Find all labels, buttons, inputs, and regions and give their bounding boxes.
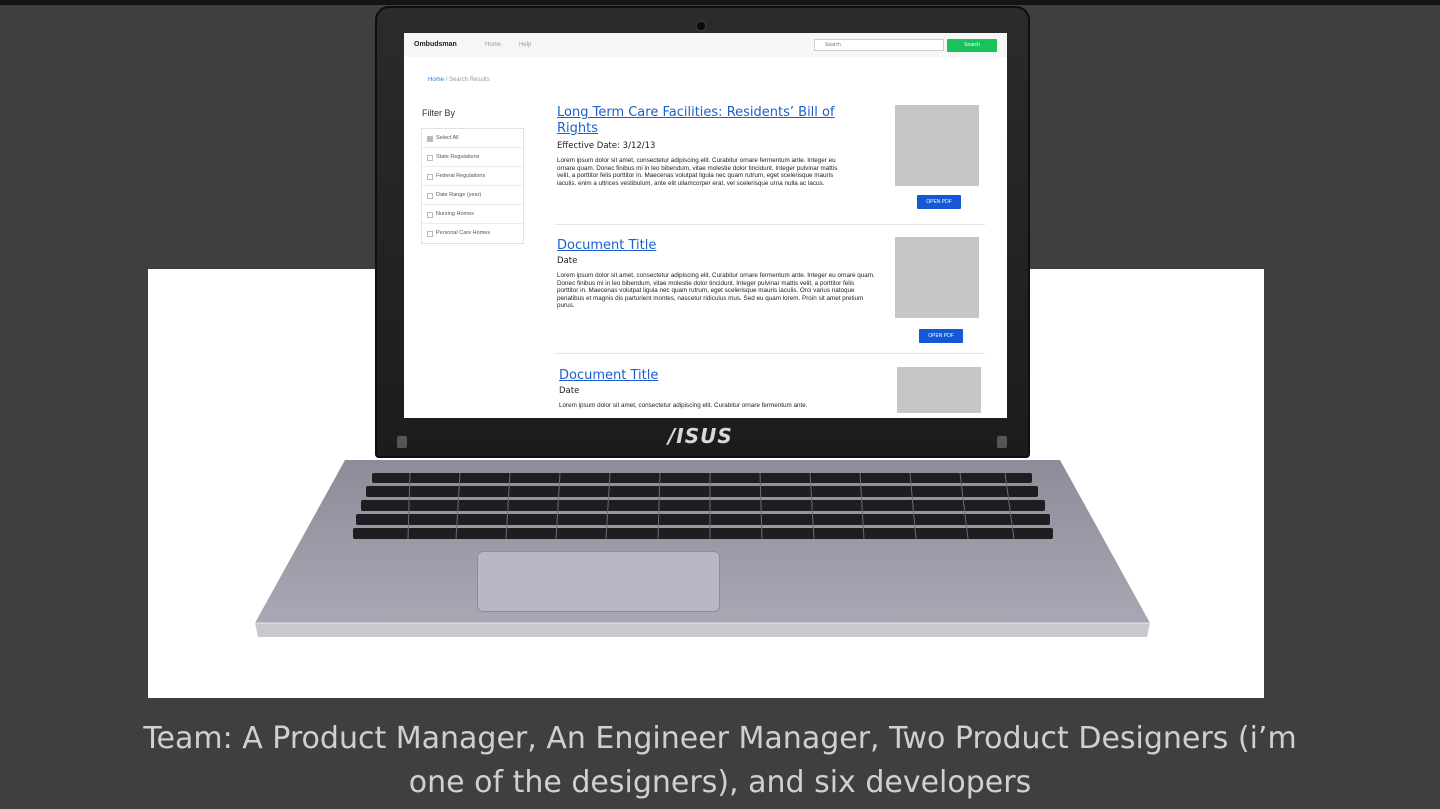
- checkbox-icon[interactable]: [427, 136, 433, 142]
- filter-item-personal-care-homes[interactable]: Personal Care Homes: [422, 224, 523, 243]
- hinge-right: [997, 436, 1007, 448]
- open-pdf-button[interactable]: OPEN PDF: [917, 195, 961, 209]
- result-thumbnail: [895, 105, 979, 186]
- checkbox-icon[interactable]: [427, 231, 433, 237]
- trackpad: [477, 551, 720, 612]
- caption-line-1: Team: A Product Manager, An Engineer Man…: [143, 721, 1297, 756]
- result-thumbnail: [895, 237, 979, 318]
- webcam-icon: [697, 22, 705, 30]
- filter-item-nursing-homes[interactable]: Nursing Homes: [422, 205, 523, 224]
- laptop-screen: Ombudsman Home Help Search Home / Search…: [404, 33, 1007, 418]
- navbar: Ombudsman Home Help Search: [404, 33, 1007, 57]
- result-divider: [555, 224, 985, 225]
- laptop-brand-logo: /ISUS: [668, 424, 733, 448]
- filter-item-state-regulations[interactable]: State Regulations: [422, 148, 523, 167]
- keyboard: [350, 473, 1055, 549]
- filter-item-label: Select All: [436, 135, 459, 141]
- result-thumbnail: [897, 367, 981, 413]
- nav-link-help[interactable]: Help: [519, 42, 531, 48]
- filter-item-label: Personal Care Homes: [436, 230, 491, 236]
- laptop-base: [250, 455, 1155, 640]
- keyboard-keys: [353, 473, 1053, 540]
- filter-item-label: Date Range (year): [436, 192, 482, 198]
- filter-item-label: Nursing Homes: [436, 211, 474, 217]
- result-title-link[interactable]: Long Term Care Facilities: Residents’ Bi…: [557, 105, 877, 137]
- hinge-left: [397, 436, 407, 448]
- checkbox-icon[interactable]: [427, 155, 433, 161]
- checkbox-icon[interactable]: [427, 174, 433, 180]
- search-input[interactable]: [814, 39, 944, 51]
- breadcrumb: Home / Search Results: [428, 77, 490, 83]
- checkbox-icon[interactable]: [427, 193, 433, 199]
- filter-item-date-range[interactable]: Date Range (year): [422, 186, 523, 205]
- result-description: Lorem ipsum dolor sit amet, consectetur …: [559, 402, 808, 409]
- checkbox-icon[interactable]: [427, 212, 433, 218]
- result-divider: [555, 353, 985, 354]
- caption-line-2: one of the designers), and six developer…: [408, 765, 1032, 800]
- open-pdf-button[interactable]: OPEN PDF: [919, 329, 963, 343]
- slide-caption: Team: A Product Manager, An Engineer Man…: [0, 717, 1440, 805]
- result-description: Lorem ipsum dolor sit amet, consectetur …: [557, 157, 838, 187]
- nav-link-home[interactable]: Home: [485, 42, 501, 48]
- filter-item-federal-regulations[interactable]: Federal Regulations: [422, 167, 523, 186]
- search-button[interactable]: Search: [947, 39, 997, 52]
- slide-top-bar: [0, 0, 1440, 5]
- breadcrumb-home[interactable]: Home: [428, 77, 444, 83]
- nav-brand[interactable]: Ombudsman: [414, 41, 457, 48]
- filter-item-label: Federal Regulations: [436, 173, 486, 179]
- filter-list: Select All State Regulations Federal Reg…: [421, 128, 524, 244]
- filter-item-label: State Regulations: [436, 154, 480, 160]
- filter-title: Filter By: [422, 108, 456, 118]
- filter-item-select-all[interactable]: Select All: [422, 129, 523, 148]
- breadcrumb-separator: /: [445, 77, 448, 83]
- breadcrumb-current: Search Results: [449, 77, 490, 83]
- result-description: Lorem ipsum dolor sit amet, consectetur …: [557, 272, 875, 309]
